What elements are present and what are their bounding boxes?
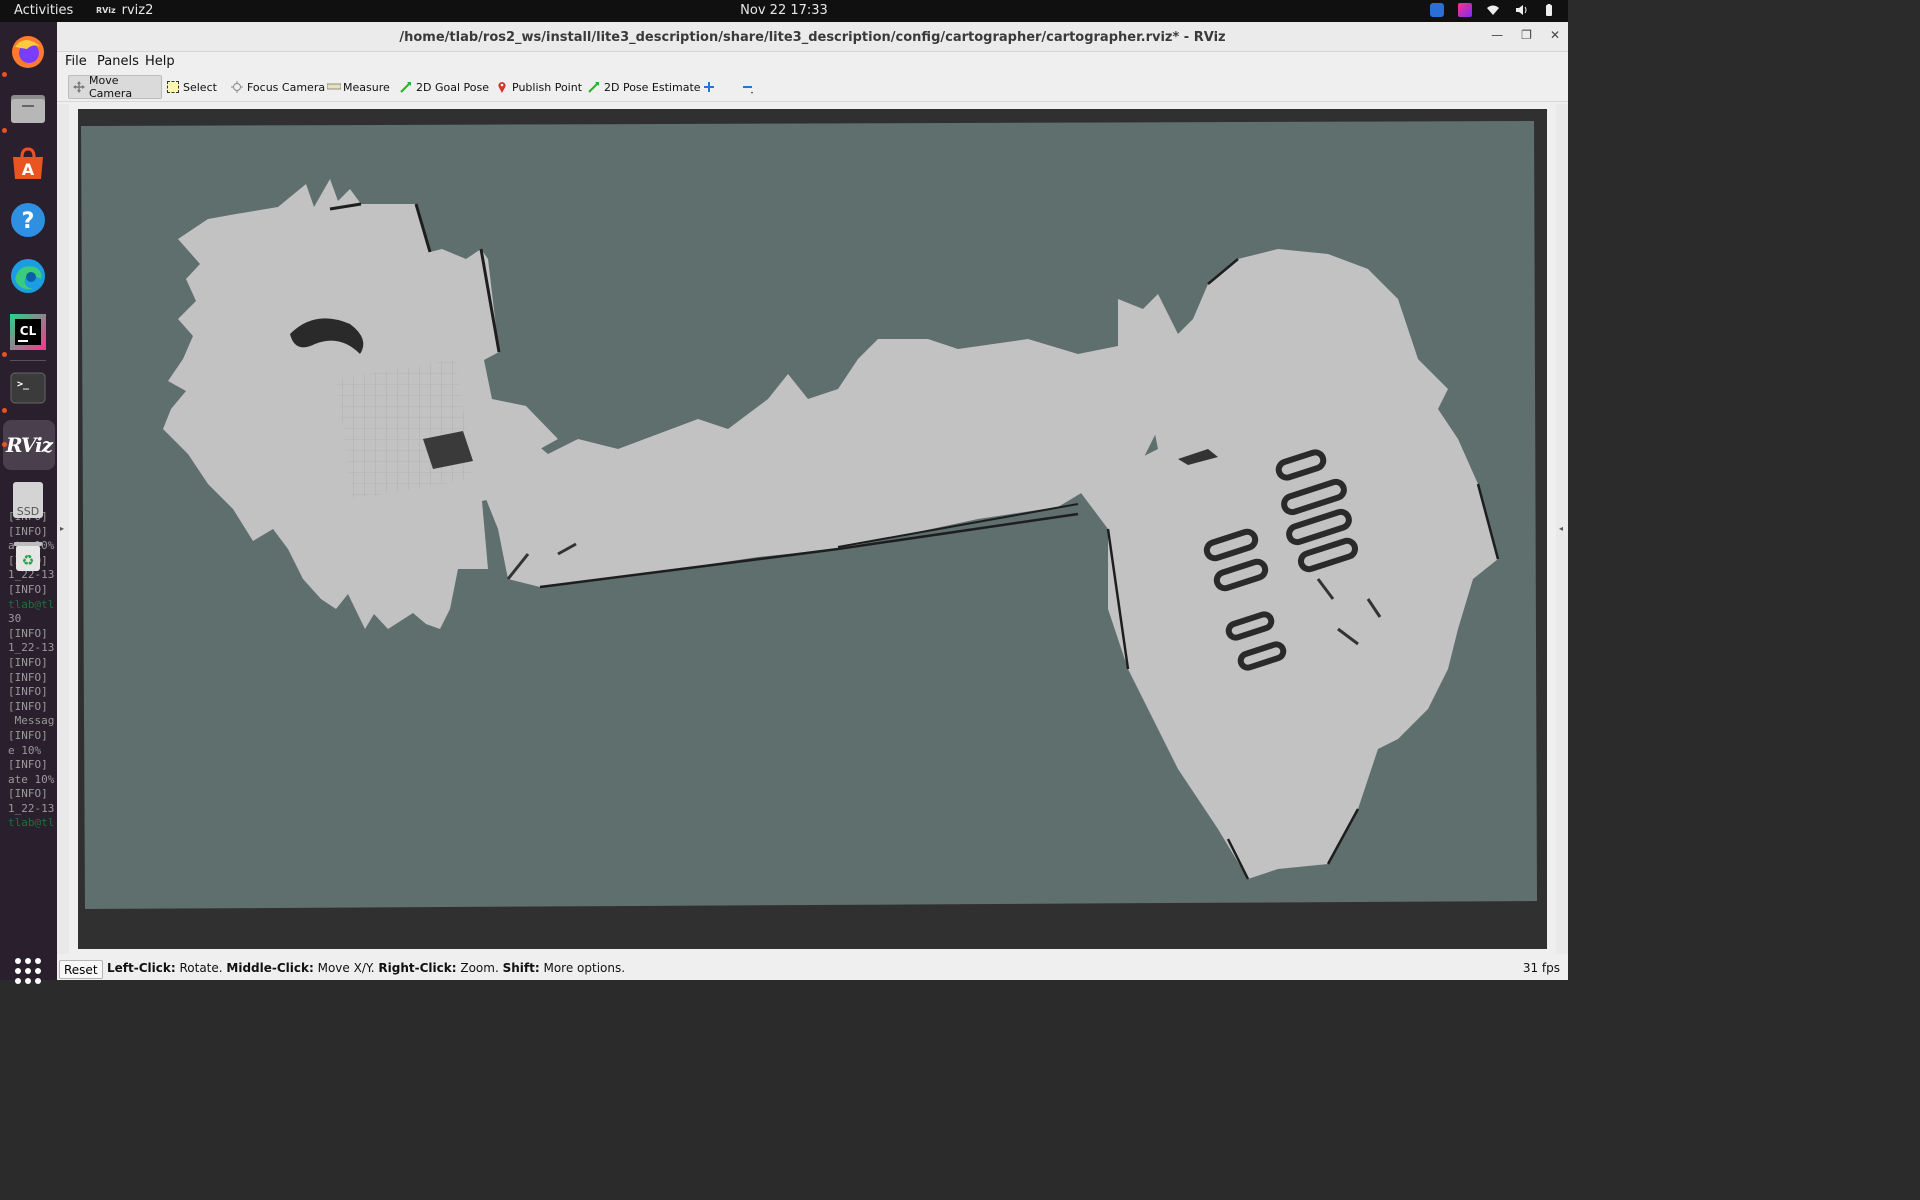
terminal-icon[interactable]: >_ — [8, 368, 48, 408]
minus-icon — [741, 81, 753, 94]
focus-camera-icon — [231, 81, 243, 93]
app-center-icon[interactable]: A — [8, 144, 48, 184]
select-icon — [167, 81, 179, 93]
running-indicator — [2, 72, 7, 77]
wifi-icon[interactable] — [1486, 3, 1500, 17]
running-indicator — [2, 352, 7, 357]
terminal-line: [INFO] — [8, 685, 48, 699]
battery-icon[interactable] — [1542, 3, 1556, 17]
remove-tool-button[interactable] — [737, 75, 757, 99]
terminal-line: [INFO] — [8, 758, 48, 772]
terminal-line: [INFO] — [8, 728, 48, 742]
window-title: /home/tlab/ros2_ws/install/lite3_descrip… — [399, 30, 1226, 45]
terminal-line: [INFO] — [8, 699, 48, 713]
dock-separator — [10, 360, 46, 361]
edge-icon[interactable] — [8, 256, 48, 296]
measure-label: Measure — [343, 80, 390, 94]
svg-text:?: ? — [22, 209, 35, 234]
terminal-line: [INFO] — [8, 582, 48, 596]
help-icon[interactable]: ? — [8, 200, 48, 240]
plus-icon — [703, 81, 715, 93]
select-tool[interactable]: Select — [163, 75, 221, 99]
terminal-line: [INFO] — [8, 655, 48, 669]
terminal-line: 1_22-13 — [8, 641, 55, 655]
running-indicator — [2, 128, 7, 133]
occupancy-map — [81, 121, 1537, 909]
terminal-line: 30 — [8, 612, 22, 626]
terminal-line: [INFO] — [8, 626, 48, 640]
publish-point-label: Publish Point — [512, 80, 583, 94]
publish-point-tool[interactable]: Publish Point — [492, 75, 586, 99]
menu-bar: File Panels Help — [57, 52, 1568, 72]
add-tool-button[interactable] — [699, 75, 719, 99]
grid-overlay — [336, 359, 473, 499]
rviz-window: /home/tlab/ros2_ws/install/lite3_descrip… — [57, 22, 1568, 980]
left-panel-handle[interactable]: ▸ — [57, 104, 69, 954]
green-arrow-icon — [400, 81, 412, 93]
terminal-line: [INFO] — [8, 787, 48, 801]
select-label: Select — [183, 80, 217, 94]
move-camera-label: Move Camera — [89, 74, 133, 100]
running-indicator — [2, 442, 7, 447]
status-help-text: Left-Click: Rotate. Middle-Click: Move X… — [107, 961, 626, 975]
menu-help[interactable]: Help — [145, 54, 175, 69]
green-arrow-icon — [588, 81, 600, 93]
pose-estimate-label: 2D Pose Estimate — [604, 80, 701, 94]
terminal-line: Messag — [8, 714, 55, 728]
move-camera-tool[interactable]: Move Camera — [68, 74, 162, 100]
running-indicator — [2, 408, 7, 413]
fps-counter: 31 fps — [1522, 961, 1560, 975]
firefox-icon[interactable] — [8, 32, 48, 72]
svg-text:>_: >_ — [17, 379, 30, 390]
terminal-line: tlab@tl — [8, 597, 55, 611]
app-menu[interactable]: RViz rviz2 — [96, 3, 153, 18]
move-camera-icon — [73, 81, 85, 93]
close-button[interactable]: ✕ — [1550, 28, 1560, 42]
measure-tool[interactable]: Measure — [323, 75, 394, 99]
terminal-line: tlab@tl — [8, 816, 55, 830]
right-panel-handle[interactable]: ◂ — [1556, 104, 1568, 954]
clion-icon[interactable]: CL — [8, 312, 48, 352]
clion-label: CL — [20, 324, 37, 338]
tool-bar: Move Camera Select Focus Camera Measure … — [57, 72, 1568, 102]
ssd-drive-icon[interactable]: SSD — [8, 480, 48, 520]
3d-viewport[interactable] — [78, 109, 1547, 949]
rviz-small-icon: RViz — [96, 6, 116, 15]
volume-icon[interactable] — [1514, 3, 1528, 17]
ruler-icon — [326, 81, 342, 93]
dock: [INFO][INFO]ate 10%[INFO]1_22-13[INFO]tl… — [0, 22, 57, 984]
focus-camera-tool[interactable]: Focus Camera — [227, 75, 329, 99]
map-pin-icon — [496, 81, 508, 93]
menu-panels[interactable]: Panels — [97, 54, 139, 69]
files-icon[interactable] — [8, 88, 48, 128]
status-bar: Reset Left-Click: Rotate. Middle-Click: … — [57, 958, 1568, 980]
app-name: rviz2 — [121, 3, 154, 18]
app-tray-icon[interactable] — [1430, 3, 1444, 17]
pose-estimate-tool[interactable]: 2D Pose Estimate — [584, 75, 705, 99]
terminal-line: 1_22-13 — [8, 801, 55, 815]
svg-text:♻: ♻ — [22, 553, 35, 569]
trash-icon[interactable]: ♻ — [8, 536, 48, 576]
goal-pose-tool[interactable]: 2D Goal Pose — [396, 75, 493, 99]
svg-text:A: A — [22, 160, 35, 179]
jetbrains-tray-icon[interactable] — [1458, 3, 1472, 17]
top-bar: Activities RViz rviz2 Nov 22 17:33 — [0, 0, 1568, 22]
terminal-line: [INFO] — [8, 670, 48, 684]
maximize-button[interactable]: ❐ — [1521, 28, 1532, 42]
title-bar[interactable]: /home/tlab/ros2_ws/install/lite3_descrip… — [57, 22, 1568, 52]
clock[interactable]: Nov 22 17:33 — [740, 3, 828, 18]
goal-pose-label: 2D Goal Pose — [416, 80, 489, 94]
terminal-line: ate 10% — [8, 772, 55, 786]
terminal-line: e 10% — [8, 743, 42, 757]
system-tray[interactable] — [1430, 3, 1556, 17]
activities-button[interactable]: Activities — [14, 3, 73, 18]
menu-file[interactable]: File — [65, 54, 87, 69]
focus-camera-label: Focus Camera — [247, 80, 326, 94]
show-apps-icon[interactable] — [15, 958, 41, 984]
minimize-button[interactable]: — — [1491, 28, 1503, 42]
reset-button[interactable]: Reset — [59, 960, 103, 979]
rviz-icon[interactable]: RViz — [3, 420, 55, 470]
